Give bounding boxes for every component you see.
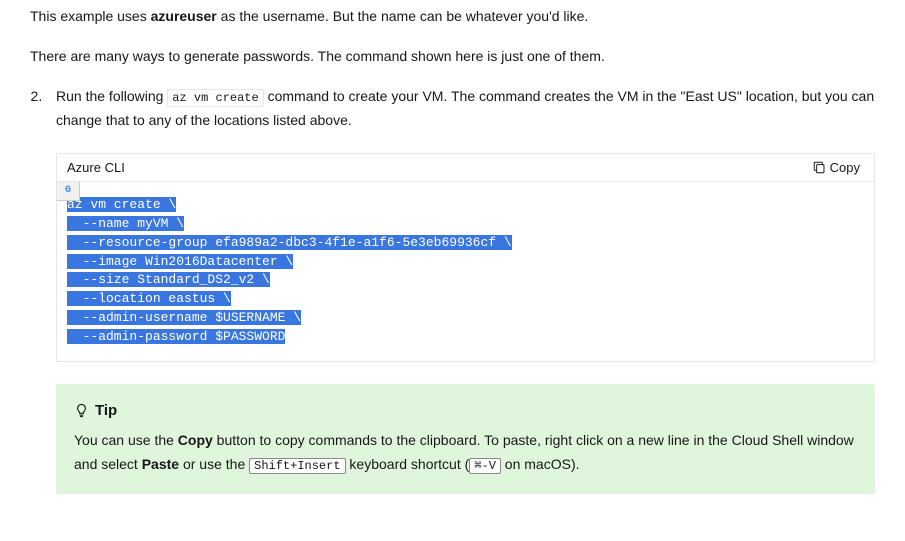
doc-scroll-container[interactable]: This example uses azureuser as the usern… (0, 0, 905, 541)
copy-bold: Copy (178, 432, 213, 448)
tip-body: You can use the Copy button to copy comm… (74, 429, 857, 477)
intro-paragraph-1: This example uses azureuser as the usern… (30, 6, 875, 28)
translate-badge[interactable]: G (57, 182, 80, 201)
code-line-7: --admin-username $USERNAME \ (67, 310, 301, 325)
spacer (30, 494, 875, 541)
tip-header: Tip (74, 402, 857, 419)
code-line-4: --image Win2016Datacenter \ (67, 254, 293, 269)
copy-button-label: Copy (830, 160, 860, 175)
code-line-8: --admin-password $PASSWORD (67, 329, 285, 344)
inline-code-az-vm-create: az vm create (167, 89, 263, 107)
username-bold: azureuser (151, 8, 217, 24)
step-2: Run the following az vm create command t… (50, 85, 875, 494)
kbd-shift-insert: Shift+Insert (249, 458, 345, 474)
tip-callout: Tip You can use the Copy button to copy … (56, 384, 875, 495)
text: keyboard shortcut ( (346, 456, 470, 472)
copy-icon (813, 161, 826, 174)
text: on macOS). (501, 456, 580, 472)
text: or use the (179, 456, 249, 472)
paste-bold: Paste (142, 456, 179, 472)
text: This example uses (30, 8, 151, 24)
code-block-body[interactable]: G az vm create \ --name myVM \ --resourc… (57, 181, 874, 361)
kbd-cmd-v: ⌘-V (469, 458, 501, 474)
code-block-header: Azure CLI Copy (57, 154, 874, 181)
tip-title: Tip (95, 402, 117, 419)
text: You can use the (74, 432, 178, 448)
copy-button[interactable]: Copy (809, 158, 864, 177)
code-language-label: Azure CLI (67, 160, 125, 175)
code-line-5: --size Standard_DS2_v2 \ (67, 272, 270, 287)
code-line-2: --name myVM \ (67, 216, 184, 231)
code-line-6: --location eastus \ (67, 291, 231, 306)
intro-paragraph-2: There are many ways to generate password… (30, 46, 875, 68)
code-block: Azure CLI Copy G az vm create \ --name m… (56, 153, 875, 362)
text: Run the following (56, 88, 167, 104)
step-2-text: Run the following az vm create command t… (56, 85, 875, 133)
lightbulb-icon (74, 403, 89, 418)
code-line-3: --resource-group efa989a2-dbc3-4f1e-a1f6… (67, 235, 512, 250)
code-line-1: az vm create \ (67, 197, 176, 212)
text: as the username. But the name can be wha… (217, 8, 589, 24)
